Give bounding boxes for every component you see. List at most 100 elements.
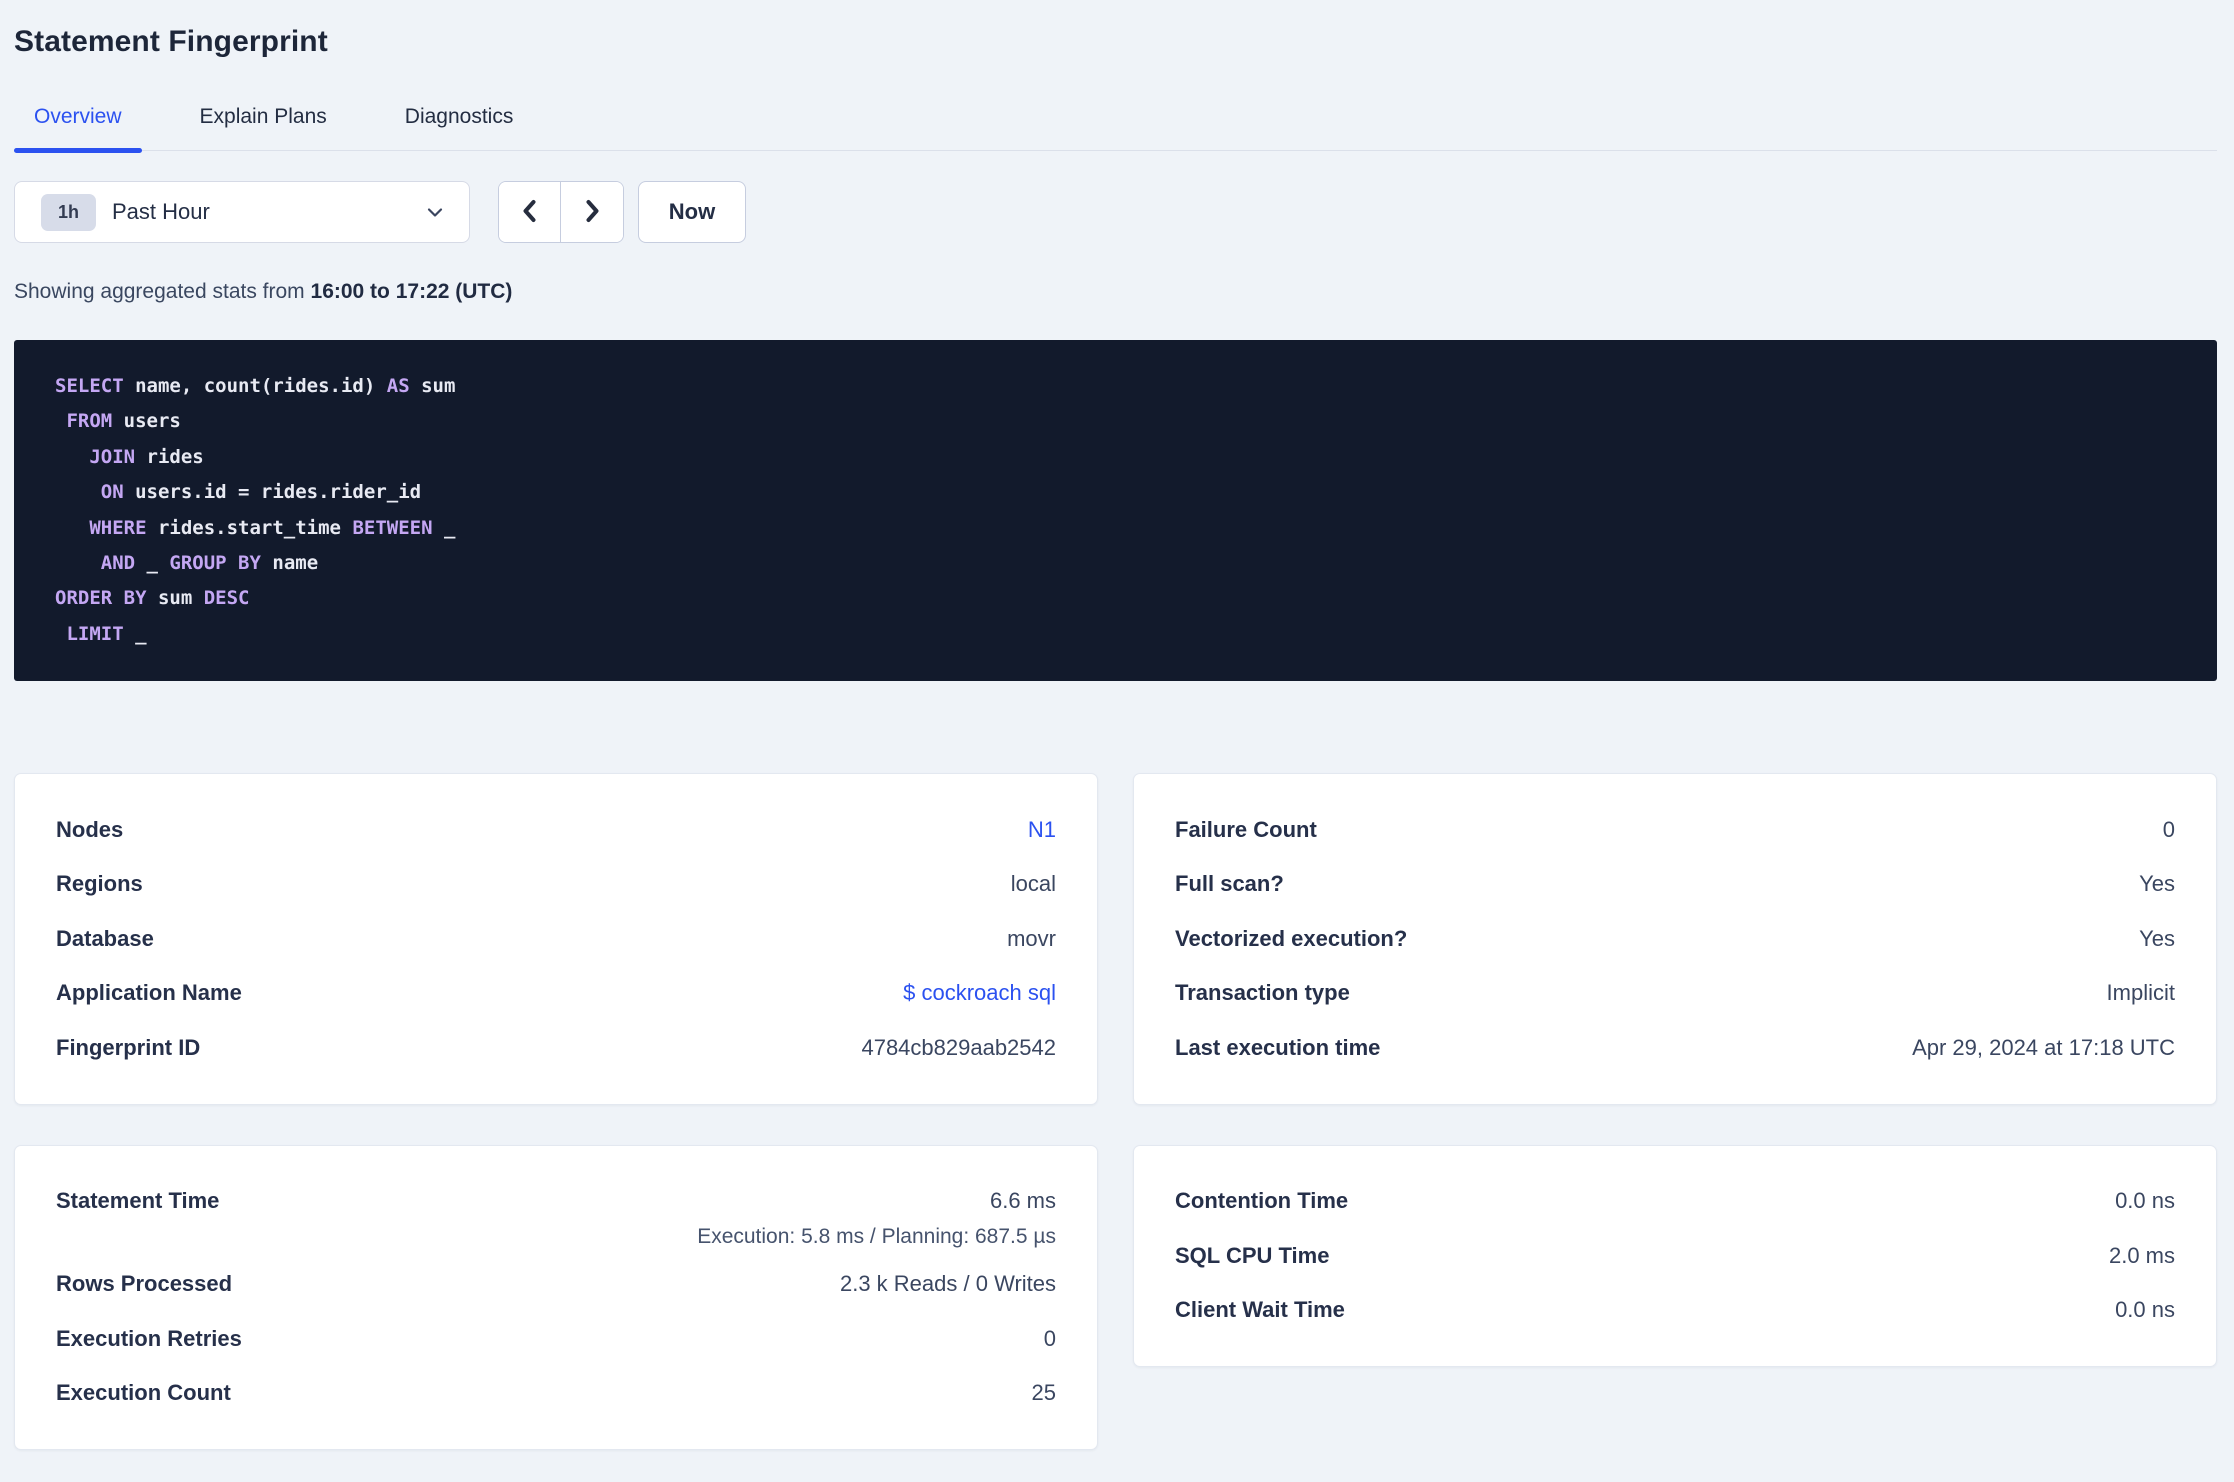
stat-row: Last execution time Apr 29, 2024 at 17:18…: [1175, 1020, 2175, 1075]
stat-value-wrap: 6.6 ms Execution: 5.8 ms / Planning: 687.…: [697, 1174, 1056, 1248]
tab-explain-plans-label: Explain Plans: [199, 105, 327, 128]
stat-value-wrap: Yes: [2139, 912, 2175, 966]
stat-value-link[interactable]: $ cockroach sql: [903, 966, 1056, 1020]
stat-label: Vectorized execution?: [1175, 925, 1408, 951]
stat-row: Vectorized execution? Yes: [1175, 911, 2175, 966]
timing-cards-row: Statement Time 6.6 ms Execution: 5.8 ms / …: [14, 1144, 2217, 1451]
stat-row: Failure Count 0: [1175, 802, 2175, 857]
sql-keyword: SELECT: [55, 375, 124, 397]
stat-row: Statement Time 6.6 ms Execution: 5.8 ms / …: [56, 1174, 1056, 1257]
tab-explain-plans[interactable]: Explain Plans: [180, 105, 347, 150]
stat-value: Apr 29, 2024 at 17:18 UTC: [1912, 1034, 2175, 1060]
sql-keyword: FROM: [66, 410, 113, 433]
aggregation-note-range: 16:00 to 17:22 (UTC): [310, 280, 513, 303]
stat-value-link[interactable]: N1: [1028, 803, 1056, 857]
stat-label: Application Name: [56, 980, 242, 1005]
prev-time-range-button[interactable]: [499, 182, 561, 242]
stat-value-wrap: 0: [2163, 803, 2175, 857]
sql-line: LIMIT _: [66, 622, 147, 645]
stat-label: Execution Count: [56, 1380, 231, 1405]
tab-bar: Overview Explain Plans Diagnostics: [14, 105, 2217, 153]
overview-cards-row: Nodes N1 Regions local Database movr Applicati…: [14, 773, 2217, 1105]
stat-row: Execution Retries 0: [56, 1311, 1056, 1366]
now-button[interactable]: Now: [638, 181, 746, 243]
stat-row: Transaction type Implicit: [1175, 966, 2175, 1021]
stat-value: 0: [1043, 1325, 1056, 1351]
page-title: Statement Fingerprint: [14, 25, 328, 58]
tab-diagnostics[interactable]: Diagnostics: [385, 105, 534, 150]
sql-line: WHERE rides.start_time BETWEEN _: [89, 516, 456, 539]
stat-label: Transaction type: [1175, 980, 1350, 1005]
stat-value: 2.0 ms: [2108, 1242, 2175, 1268]
statement-fingerprint-page: Statement Fingerprint Overview Explain P…: [0, 24, 2234, 1451]
sql-keyword: BETWEEN: [352, 516, 433, 539]
stat-value-wrap: Yes: [2139, 857, 2175, 911]
wait-time-card: Contention Time 0.0 ns SQL CPU Time 2.0 ms C…: [1133, 1144, 2217, 1368]
stat-value-wrap: $ cockroach sql: [903, 966, 1056, 1020]
stat-value: 6.6 ms: [989, 1187, 1056, 1213]
sql-keyword: AS: [386, 375, 410, 397]
stat-value-wrap: 0: [1044, 1312, 1056, 1366]
stat-value: 4784cb829aab2542: [861, 1034, 1056, 1060]
sql-keyword: DESC: [203, 587, 250, 610]
stat-value-wrap: 25: [1032, 1366, 1056, 1420]
tab-overview[interactable]: Overview: [14, 105, 142, 153]
sql-line: ON users.id = rides.rider_id: [100, 481, 422, 504]
stat-row: Client Wait Time 0.0 ns: [1175, 1283, 2175, 1338]
time-range-pager: [498, 181, 624, 243]
sql-keyword: ON: [100, 481, 124, 504]
sql-keyword: AND: [100, 552, 136, 575]
stat-row: SQL CPU Time 2.0 ms: [1175, 1228, 2175, 1283]
next-time-range-button[interactable]: [561, 182, 623, 242]
stat-value-wrap: 0.0 ns: [2115, 1174, 2175, 1228]
chevron-left-icon: [517, 196, 543, 229]
stat-value-wrap: local: [1011, 857, 1056, 911]
stat-label: Regions: [56, 871, 143, 896]
sql-line: AND _ GROUP BY name: [100, 552, 319, 575]
stat-label: Database: [56, 925, 154, 951]
sql-line: SELECT name, count(rides.id) AS sum: [55, 375, 456, 397]
sql-line: JOIN rides: [89, 445, 204, 468]
stat-value: 0.0 ns: [2115, 1297, 2175, 1322]
stat-row: Regions local: [56, 857, 1056, 912]
stat-subvalue: Execution: 5.8 ms / Planning: 687.5 µs: [697, 1224, 1056, 1248]
time-range-badge: 1h: [41, 193, 96, 231]
stat-label: Statement Time: [56, 1187, 220, 1213]
statement-details-card: Nodes N1 Regions local Database movr Applicati…: [14, 773, 1098, 1105]
aggregation-note: Showing aggregated stats from 16:00 to 1…: [14, 279, 2217, 305]
stat-label: Contention Time: [1175, 1188, 1349, 1213]
stat-row: Database movr: [56, 911, 1056, 966]
stat-value: movr: [1007, 925, 1056, 951]
statement-timing-card: Statement Time 6.6 ms Execution: 5.8 ms / …: [14, 1144, 1098, 1451]
execution-attributes-card: Failure Count 0 Full scan? Yes Vectorized ex…: [1133, 773, 2217, 1105]
sql-keyword: WHERE: [89, 516, 147, 539]
stat-value: 2.3 k Reads / 0 Writes: [839, 1271, 1056, 1296]
stat-value-wrap: 2.3 k Reads / 0 Writes: [840, 1257, 1056, 1311]
stat-value: 0: [2162, 816, 2175, 842]
stat-row: Rows Processed 2.3 k Reads / 0 Writes: [56, 1257, 1056, 1312]
chevron-down-icon: [425, 202, 445, 222]
time-range-dropdown[interactable]: 1h Past Hour: [14, 181, 470, 243]
stat-row: Nodes N1: [56, 802, 1056, 857]
stat-value: local: [1010, 871, 1056, 896]
time-toolbar: 1h Past Hour Now: [14, 181, 2217, 243]
stat-row: Fingerprint ID 4784cb829aab2542: [56, 1020, 1056, 1075]
sql-line: ORDER BY sum DESC: [55, 587, 250, 610]
stat-row: Execution Count 25: [56, 1366, 1056, 1421]
stat-label: Full scan?: [1175, 871, 1284, 896]
stat-label: Failure Count: [1175, 816, 1317, 842]
stat-value-wrap: N1: [1028, 803, 1056, 857]
stat-label: Client Wait Time: [1175, 1297, 1345, 1322]
sql-keyword: ORDER BY: [55, 587, 147, 610]
tab-diagnostics-label: Diagnostics: [404, 105, 514, 128]
stat-value-wrap: movr: [1007, 912, 1056, 966]
stat-label: Nodes: [56, 816, 124, 842]
stat-label: SQL CPU Time: [1175, 1242, 1330, 1268]
tab-overview-label: Overview: [34, 105, 122, 128]
sql-keyword: GROUP BY: [169, 552, 261, 575]
stat-value-wrap: Apr 29, 2024 at 17:18 UTC: [1912, 1021, 2175, 1075]
stat-value: Implicit: [2106, 980, 2175, 1005]
stat-value-wrap: Implicit: [2107, 966, 2175, 1020]
stat-value: Yes: [2139, 925, 2175, 951]
sql-keyword: JOIN: [89, 445, 136, 468]
